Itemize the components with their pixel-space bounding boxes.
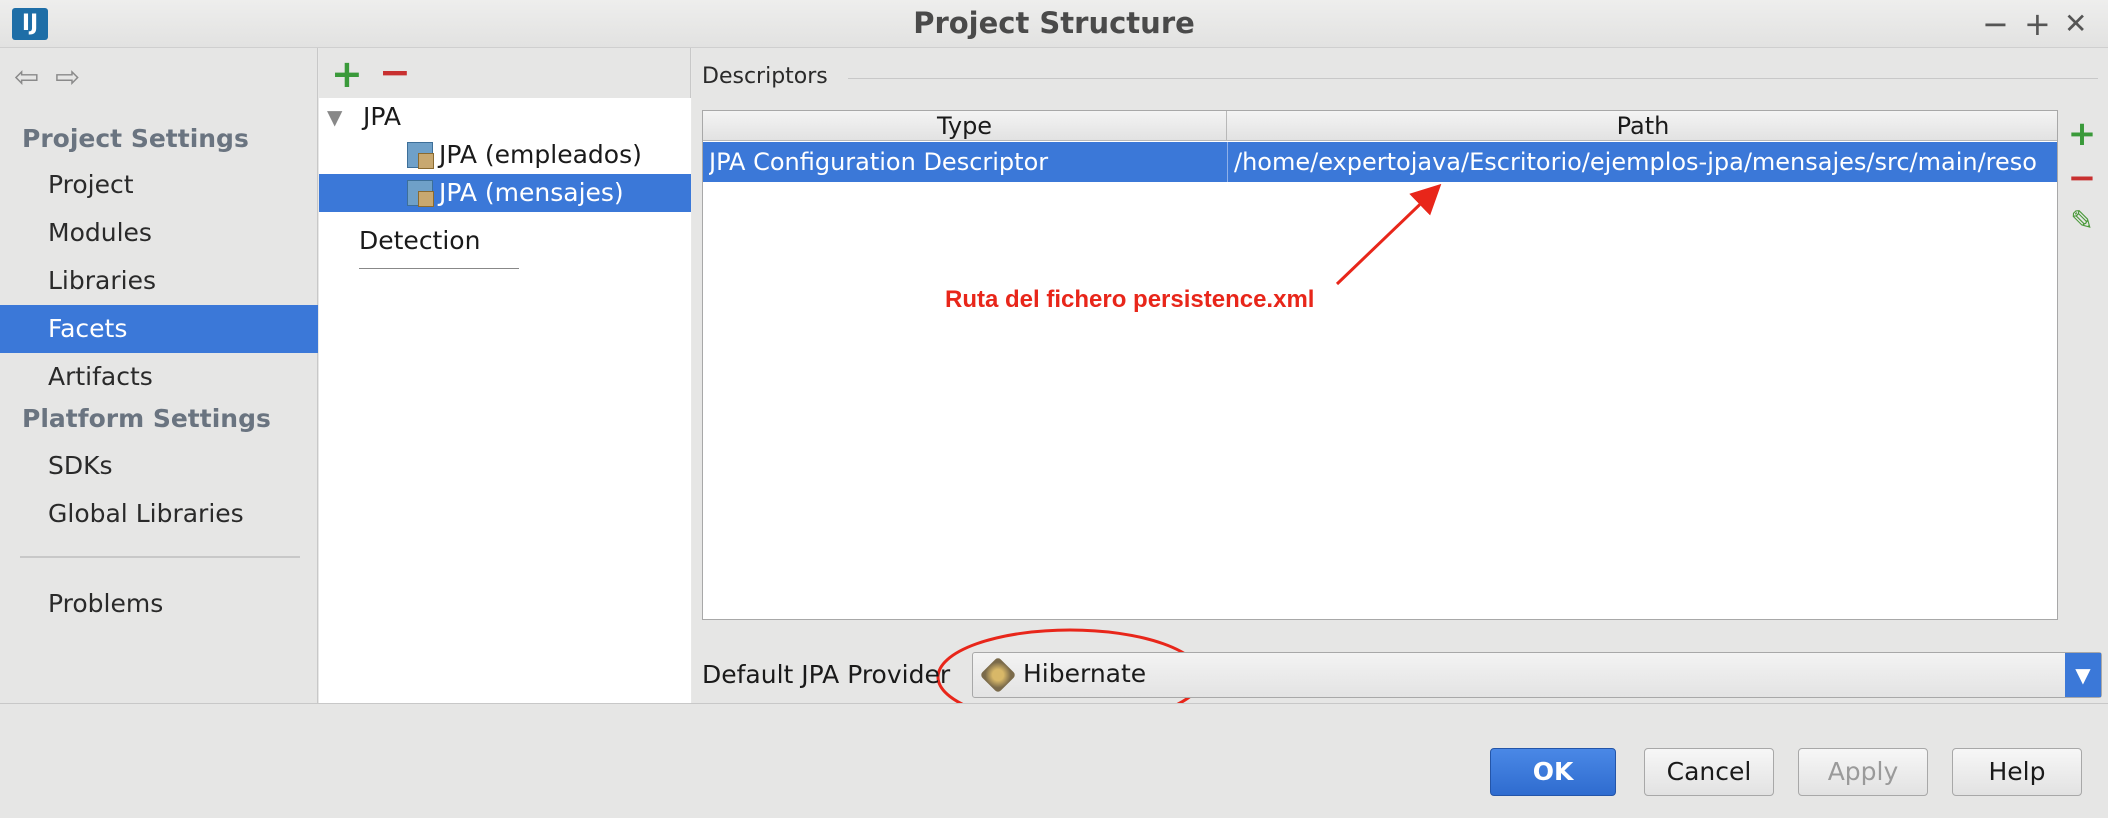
minimize-button[interactable]: − xyxy=(1982,4,2009,44)
platform-settings-heading: Platform Settings xyxy=(22,404,271,433)
help-button[interactable]: Help xyxy=(1952,748,2082,796)
tree-node-label: JPA (mensajes) xyxy=(439,178,624,207)
nav-item-facets[interactable]: Facets xyxy=(0,305,318,353)
table-header: Type Path xyxy=(703,111,2057,141)
provider-label: Default JPA Provider xyxy=(702,660,951,689)
add-descriptor-button[interactable]: + xyxy=(2066,114,2098,154)
tree-node-jpa-empleados[interactable]: JPA (empleados) xyxy=(319,136,691,174)
tree-node-detection[interactable]: Detection xyxy=(319,222,691,260)
maximize-button[interactable]: + xyxy=(2024,4,2051,44)
tree-node-label: JPA xyxy=(363,102,401,131)
apply-button[interactable]: Apply xyxy=(1798,748,1928,796)
descriptors-divider xyxy=(848,78,2098,79)
descriptor-type-cell[interactable]: JPA Configuration Descriptor xyxy=(709,142,1225,182)
provider-value: Hibernate xyxy=(1023,659,1147,688)
nav-item-project[interactable]: Project xyxy=(0,161,318,209)
table-row[interactable]: JPA Configuration Descriptor /home/exper… xyxy=(703,142,2057,182)
descriptor-path-cell[interactable]: /home/expertojava/Escritorio/ejemplos-jp… xyxy=(1227,142,2057,182)
jpa-facet-icon xyxy=(407,142,434,169)
tree-node-label: Detection xyxy=(359,226,481,255)
tree-node-jpa-mensajes[interactable]: JPA (mensajes) xyxy=(319,174,691,212)
tree-node-jpa[interactable]: ▼ JPA xyxy=(319,98,691,136)
facet-tree: ▼ JPA JPA (empleados) JPA (mensajes) Det… xyxy=(319,98,691,703)
tree-node-label: JPA (empleados) xyxy=(439,140,642,169)
nav-item-libraries[interactable]: Libraries xyxy=(0,257,318,305)
facet-details-panel: Descriptors Type Path JPA Configuration … xyxy=(692,48,2108,703)
settings-nav: ⇦ ⇨ Project Settings Project Modules Libr… xyxy=(0,48,318,703)
tree-toolbar: + − xyxy=(319,48,691,96)
project-settings-heading: Project Settings xyxy=(22,124,249,153)
nav-divider xyxy=(20,556,300,558)
close-button[interactable]: ✕ xyxy=(2064,4,2087,44)
column-header-type[interactable]: Type xyxy=(703,111,1227,141)
nav-item-sdks[interactable]: SDKs xyxy=(0,442,318,490)
annotation-text: Ruta del fichero persistence.xml xyxy=(945,286,1315,313)
nav-item-artifacts[interactable]: Artifacts xyxy=(0,353,318,401)
detection-divider xyxy=(359,268,519,269)
facet-tree-panel: + − ▼ JPA JPA (empleados) JPA (mensajes)… xyxy=(319,48,691,703)
ok-button[interactable]: OK xyxy=(1490,748,1616,796)
descriptors-label: Descriptors xyxy=(702,64,828,89)
edit-descriptor-button[interactable]: ✎ xyxy=(2066,204,2098,237)
add-facet-button[interactable]: + xyxy=(331,52,363,96)
dialog-footer: OK Cancel Apply Help xyxy=(0,703,2108,818)
hibernate-icon xyxy=(979,656,1017,694)
jpa-facet-icon xyxy=(407,180,434,207)
jpa-provider-select[interactable]: Hibernate ▼ xyxy=(972,652,2102,698)
nav-item-modules[interactable]: Modules xyxy=(0,209,318,257)
chevron-down-icon[interactable]: ▼ xyxy=(2065,653,2101,697)
window-title: Project Structure xyxy=(913,6,1195,40)
expand-arrow-icon[interactable]: ▼ xyxy=(327,98,342,136)
nav-history: ⇦ ⇨ xyxy=(14,60,96,95)
descriptor-toolbar: + − ✎ xyxy=(2062,110,2102,620)
nav-item-problems[interactable]: Problems xyxy=(0,580,318,628)
column-header-path[interactable]: Path xyxy=(1227,111,2057,141)
remove-facet-button[interactable]: − xyxy=(379,50,411,94)
descriptors-table: Type Path JPA Configuration Descriptor /… xyxy=(702,110,2058,620)
remove-descriptor-button[interactable]: − xyxy=(2066,158,2098,198)
back-arrow-icon[interactable]: ⇦ xyxy=(14,60,39,95)
cancel-button[interactable]: Cancel xyxy=(1644,748,1774,796)
nav-item-global-libraries[interactable]: Global Libraries xyxy=(0,490,318,538)
title-bar: IJ Project Structure − + ✕ xyxy=(0,0,2108,48)
forward-arrow-icon[interactable]: ⇨ xyxy=(55,60,80,95)
